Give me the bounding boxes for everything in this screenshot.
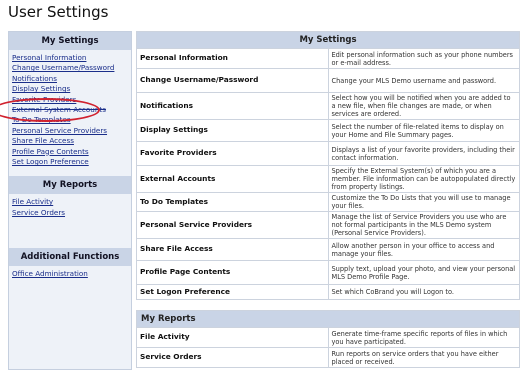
sidebar-link-to-do-templates[interactable]: To Do Templates	[9, 115, 131, 125]
row-label: Personal Service Providers	[136, 211, 329, 239]
table-row: Profile Page Contents Supply text, uploa…	[136, 260, 520, 285]
row-label: Service Orders	[136, 347, 329, 368]
settings-table: My Settings Personal Information Edit pe…	[136, 31, 520, 300]
sidebar-link-favorite-providers[interactable]: Favorite Providers	[9, 95, 131, 105]
row-label: External Accounts	[136, 165, 329, 193]
reports-table-heading: My Reports	[136, 310, 520, 328]
table-row: File Activity Generate time-frame specif…	[136, 327, 520, 348]
sidebar-link-share-file-access[interactable]: Share File Access	[9, 136, 131, 146]
row-description: Change your MLS Demo username and passwo…	[327, 68, 520, 93]
row-label: Set Logon Preference	[136, 284, 329, 300]
table-row: Favorite Providers Displays a list of yo…	[136, 141, 520, 166]
row-description: Run reports on service orders that you h…	[327, 347, 520, 368]
sidebar-settings-heading: My Settings	[9, 32, 131, 50]
row-label: Change Username/Password	[136, 68, 329, 93]
sidebar-link-profile-page-contents[interactable]: Profile Page Contents	[9, 147, 131, 157]
sidebar-link-set-logon-preference[interactable]: Set Logon Preference	[9, 157, 131, 167]
sidebar-additional-heading: Additional Functions	[9, 248, 131, 267]
sidebar-link-office-administration[interactable]: Office Administration	[9, 269, 131, 279]
row-description: Select the number of file-related items …	[327, 119, 520, 142]
sidebar-link-personal-information[interactable]: Personal Information	[9, 53, 131, 63]
table-row: To Do Templates Customize the To Do List…	[136, 192, 520, 212]
row-label: Profile Page Contents	[136, 260, 329, 285]
table-row: Change Username/Password Change your MLS…	[136, 68, 520, 93]
sidebar-link-file-activity[interactable]: File Activity	[9, 197, 131, 207]
sidebar: My Settings Personal Information Change …	[8, 31, 132, 370]
sidebar-link-personal-service-providers[interactable]: Personal Service Providers	[9, 126, 131, 136]
main-content: My Settings Personal Information Edit pe…	[136, 31, 520, 368]
row-description: Specify the External System(s) of which …	[327, 165, 520, 193]
row-label: Personal Information	[136, 48, 329, 69]
row-description: Displays a list of your favorite provide…	[327, 141, 520, 166]
row-description: Supply text, upload your photo, and view…	[327, 260, 520, 285]
row-description: Manage the list of Service Providers you…	[327, 211, 520, 239]
table-row: Service Orders Run reports on service or…	[136, 347, 520, 368]
row-description: Select how you will be notified when you…	[327, 92, 520, 120]
sidebar-link-service-orders[interactable]: Service Orders	[9, 208, 131, 218]
sidebar-link-change-username-password[interactable]: Change Username/Password	[9, 63, 131, 73]
sidebar-reports-heading: My Reports	[9, 176, 131, 195]
table-row: Set Logon Preference Set which CoBrand y…	[136, 284, 520, 300]
page-title: User Settings	[8, 3, 109, 21]
table-row: Notifications Select how you will be not…	[136, 92, 520, 120]
table-row: Personal Information Edit personal infor…	[136, 48, 520, 69]
row-description: Set which CoBrand you will Logon to.	[327, 284, 520, 300]
sidebar-link-display-settings[interactable]: Display Settings	[9, 84, 131, 94]
row-label: Notifications	[136, 92, 329, 120]
sidebar-link-notifications[interactable]: Notifications	[9, 74, 131, 84]
settings-table-heading: My Settings	[136, 31, 520, 49]
row-description: Customize the To Do Lists that you will …	[327, 192, 520, 212]
row-label: File Activity	[136, 327, 329, 348]
row-label: To Do Templates	[136, 192, 329, 212]
row-description: Generate time-frame specific reports of …	[327, 327, 520, 348]
row-description: Allow another person in your office to a…	[327, 238, 520, 261]
row-label: Display Settings	[136, 119, 329, 142]
table-row: Personal Service Providers Manage the li…	[136, 211, 520, 239]
sidebar-link-external-system-accounts[interactable]: External System Accounts	[9, 105, 131, 115]
row-description: Edit personal information such as your p…	[327, 48, 520, 69]
row-label: Favorite Providers	[136, 141, 329, 166]
table-row: Display Settings Select the number of fi…	[136, 119, 520, 142]
reports-table: My Reports File Activity Generate time-f…	[136, 310, 520, 368]
row-label: Share File Access	[136, 238, 329, 261]
table-row: Share File Access Allow another person i…	[136, 238, 520, 261]
table-row: External Accounts Specify the External S…	[136, 165, 520, 193]
